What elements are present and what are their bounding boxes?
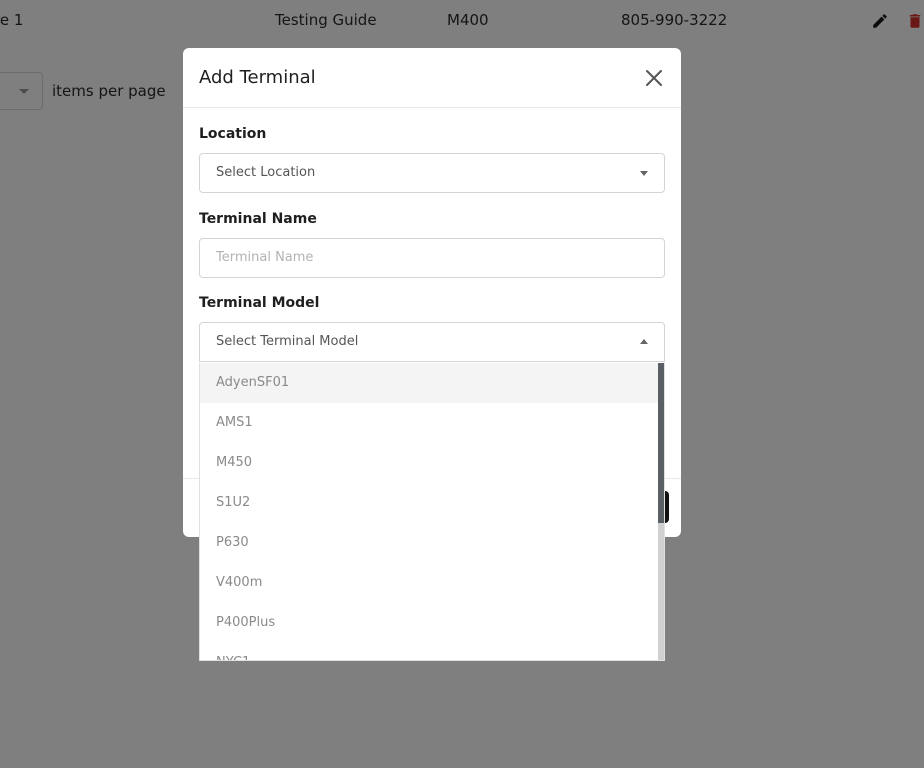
chevron-up-icon: [640, 339, 648, 344]
dropdown-scrollbar[interactable]: [658, 363, 664, 660]
option-adyensf01[interactable]: AdyenSF01: [200, 363, 664, 403]
chevron-down-icon: [640, 171, 648, 176]
terminal-model-select[interactable]: Select Terminal Model: [199, 322, 665, 362]
option-p630[interactable]: P630: [200, 523, 664, 563]
option-nyc1[interactable]: NYC1: [200, 643, 664, 660]
location-select-value: Select Location: [216, 165, 316, 180]
modal-title: Add Terminal: [199, 67, 316, 88]
modal-header: Add Terminal: [183, 48, 681, 108]
terminal-name-label: Terminal Name: [199, 211, 317, 227]
terminal-model-label: Terminal Model: [199, 295, 320, 311]
location-label: Location: [199, 126, 267, 142]
option-v400m[interactable]: V400m: [200, 563, 664, 603]
location-select[interactable]: Select Location: [199, 153, 665, 193]
close-icon[interactable]: [641, 65, 667, 91]
terminal-model-options: AdyenSF01 AMS1 M450 S1U2 P630 V400m P400…: [199, 363, 665, 661]
option-s1u2[interactable]: S1U2: [200, 483, 664, 523]
terminal-name-placeholder: Terminal Name: [216, 250, 314, 265]
dropdown-scrollbar-thumb[interactable]: [658, 363, 664, 523]
terminal-name-field[interactable]: Terminal Name: [199, 238, 665, 278]
option-m450[interactable]: M450: [200, 443, 664, 483]
terminal-model-select-value: Select Terminal Model: [216, 334, 359, 349]
option-p400plus[interactable]: P400Plus: [200, 603, 664, 643]
option-ams1[interactable]: AMS1: [200, 403, 664, 443]
